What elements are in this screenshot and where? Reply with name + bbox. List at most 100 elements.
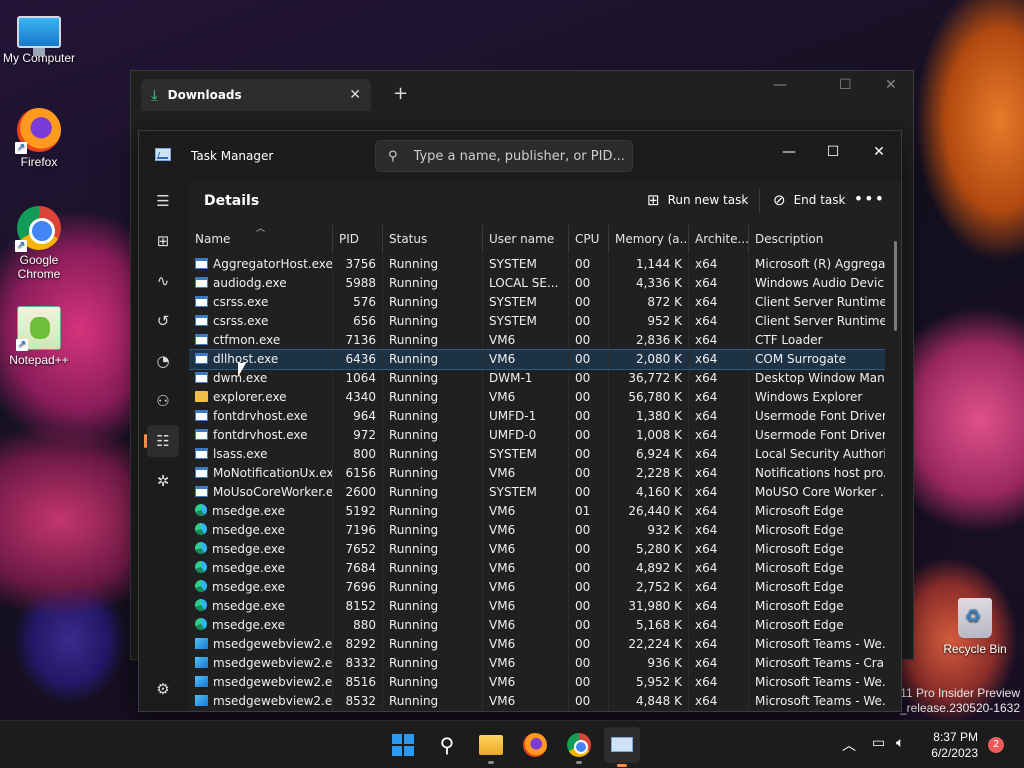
table-row[interactable]: csrss.exe 656 Running SYSTEM 00 952 Kx64 Clien… [189, 312, 885, 331]
cell-status: Running [383, 388, 483, 407]
table-row[interactable]: msedge.exe 7696 Running VM6 00 2,752 Kx64 Micr… [189, 578, 885, 597]
run-new-task-button[interactable]: ⊞ Run new task [647, 191, 748, 209]
table-row[interactable]: msedgewebview2.exe 8292 Running VM6 00 22,224… [189, 635, 885, 654]
users-icon[interactable]: ⚇ [147, 385, 179, 417]
column-header-memory[interactable]: Memory (a... [609, 225, 689, 253]
table-row[interactable]: audiodg.exe 5988 Running LOCAL SE... 00 4,336… [189, 274, 885, 293]
maximize-icon[interactable]: ☐ [839, 77, 852, 93]
volume-icon[interactable]: 🔈︎ [896, 735, 904, 751]
desktop-icon-my-computer[interactable]: My Computer [0, 10, 78, 65]
table-row[interactable]: MoUsoCoreWorker.e... 2600 Running SYSTEM 00 4… [189, 483, 885, 502]
clock-time: 8:37 PM [933, 730, 978, 744]
search-box[interactable]: ⚲ [375, 140, 633, 172]
process-name: csrss.exe [213, 314, 269, 328]
cell-architecture: x64 [689, 521, 749, 540]
settings-gear-icon[interactable]: ⚙ [147, 673, 179, 705]
cell-status: Running [383, 654, 483, 673]
table-row[interactable]: lsass.exe 800 Running SYSTEM 00 6,924 Kx64 Loc… [189, 445, 885, 464]
firefox-icon [523, 733, 547, 757]
details-table: Name PID Status User name CPU Memory (a... Arc… [189, 225, 885, 711]
cell-user-name: VM6 [483, 540, 569, 559]
desktop-icon-firefox[interactable]: ↗ Firefox [0, 108, 78, 169]
cell-pid: 7136 [333, 331, 383, 350]
table-row[interactable]: dwm.exe 1064 Running DWM-1 00 36,772 Kx64 Desk… [189, 369, 885, 388]
table-row[interactable]: msedge.exe 7652 Running VM6 00 5,280 Kx64 Micr… [189, 540, 885, 559]
column-header-user-name[interactable]: User name [483, 225, 569, 253]
table-row[interactable]: fontdrvhost.exe 964 Running UMFD-1 00 1,380 K… [189, 407, 885, 426]
run-new-task-label: Run new task [667, 193, 749, 207]
task-manager-taskbar-button[interactable] [604, 727, 640, 767]
cell-name: dwm.exe [189, 369, 333, 388]
cell-cpu: 00 [569, 407, 609, 426]
process-name: explorer.exe [213, 390, 287, 404]
close-button[interactable]: ✕ [859, 137, 899, 167]
firefox-icon: ↗ [15, 108, 61, 154]
table-row[interactable]: msedge.exe 7684 Running VM6 00 4,892 Kx64 Micr… [189, 559, 885, 578]
search-input[interactable] [413, 148, 624, 164]
column-header-cpu[interactable]: CPU [569, 225, 609, 253]
task-manager-window[interactable]: Task Manager ⚲ — ☐ ✕ ☰ ⊞ ∿ ↺ ◔ ⚇ ☷ ✲ ⚙ D… [138, 130, 902, 712]
maximize-button[interactable]: ☐ [813, 137, 853, 167]
close-icon[interactable]: ✕ [885, 77, 897, 93]
table-row[interactable]: fontdrvhost.exe 972 Running UMFD-0 00 1,008 K… [189, 426, 885, 445]
webview-icon [195, 695, 208, 706]
new-tab-button[interactable]: + [393, 83, 408, 104]
desktop-icon-notepadpp[interactable]: ↗ Notepad++ [0, 306, 78, 367]
services-icon[interactable]: ✲ [147, 465, 179, 497]
tab-downloads[interactable]: ⤓ Downloads ✕ [141, 79, 371, 111]
table-row[interactable]: AggregatorHost.exe 3756 Running SYSTEM 00 1,1… [189, 255, 885, 274]
cell-pid: 7684 [333, 559, 383, 578]
table-row[interactable]: msedge.exe 8152 Running VM6 00 31,980 Kx64 Mic… [189, 597, 885, 616]
more-options-button[interactable]: ••• [854, 189, 885, 208]
notification-badge[interactable]: 2 [988, 737, 1004, 753]
table-row[interactable]: msedgewebview2.exe 8516 Running VM6 00 5,952 … [189, 673, 885, 692]
hamburger-menu-icon[interactable]: ☰ [147, 185, 179, 217]
network-icon[interactable]: ▭ [872, 735, 885, 751]
file-explorer-button[interactable] [477, 731, 505, 759]
table-row[interactable]: explorer.exe 4340 Running VM6 00 56,780 Kx64 W… [189, 388, 885, 407]
cell-name: fontdrvhost.exe [189, 407, 333, 426]
processes-icon[interactable]: ⊞ [147, 225, 179, 257]
desktop-icon-chrome[interactable]: ↗ Google Chrome [0, 206, 78, 281]
cell-status: Running [383, 521, 483, 540]
running-indicator [576, 761, 582, 764]
desktop-icon-recycle-bin[interactable]: Recycle Bin [940, 598, 1010, 656]
end-task-button[interactable]: ⊘ End task [773, 191, 845, 209]
table-row[interactable]: ctfmon.exe 7136 Running VM6 00 2,836 Kx64 CTF … [189, 331, 885, 350]
table-row[interactable]: msedge.exe 7196 Running VM6 00 932 Kx64 Micros… [189, 521, 885, 540]
firefox-taskbar-button[interactable] [521, 731, 549, 759]
cell-description: Windows Explorer [749, 388, 885, 407]
cell-pid: 4340 [333, 388, 383, 407]
cell-cpu: 00 [569, 597, 609, 616]
column-header-pid[interactable]: PID [333, 225, 383, 253]
minimize-icon[interactable]: — [773, 77, 787, 93]
table-row[interactable]: msedgewebview2.exe 8332 Running VM6 00 936 Kx… [189, 654, 885, 673]
cell-user-name: VM6 [483, 692, 569, 711]
minimize-button[interactable]: — [769, 137, 809, 167]
chrome-taskbar-button[interactable] [565, 731, 593, 759]
system-clock[interactable]: 8:37 PM 6/2/2023 [922, 729, 978, 761]
table-row[interactable]: msedgewebview2.exe 8532 Running VM6 00 4,848 … [189, 692, 885, 711]
details-icon[interactable]: ☷ [144, 425, 179, 457]
taskbar-search-icon[interactable]: ⚲ [433, 731, 461, 759]
cell-user-name: VM6 [483, 635, 569, 654]
show-hidden-icons-chevron-icon[interactable]: ︿ [842, 735, 856, 755]
column-header-architecture[interactable]: Archite... [689, 225, 749, 253]
table-row[interactable]: MoNotificationUx.exe 6156 Running VM6 00 2,22… [189, 464, 885, 483]
table-row[interactable]: dllhost.exe 6436 Running VM6 00 2,080 Kx64 COM… [189, 349, 885, 370]
column-header-description[interactable]: Description [749, 225, 885, 253]
close-tab-button[interactable]: ✕ [349, 87, 361, 103]
cell-name: msedge.exe [189, 521, 333, 540]
startup-apps-icon[interactable]: ◔ [147, 345, 179, 377]
table-row[interactable]: csrss.exe 576 Running SYSTEM 00 872 Kx64 Clien… [189, 293, 885, 312]
vertical-scrollbar[interactable] [894, 241, 897, 331]
app-history-icon[interactable]: ↺ [147, 305, 179, 337]
cell-status: Running [383, 312, 483, 331]
cell-pid: 3756 [333, 255, 383, 274]
cell-cpu: 00 [569, 331, 609, 350]
table-row[interactable]: msedge.exe 5192 Running VM6 01 26,440 Kx64 Mic… [189, 502, 885, 521]
performance-icon[interactable]: ∿ [147, 265, 179, 297]
column-header-status[interactable]: Status [383, 225, 483, 253]
table-row[interactable]: msedge.exe 880 Running VM6 00 5,168 Kx64 Micro… [189, 616, 885, 635]
start-button[interactable] [389, 731, 417, 759]
